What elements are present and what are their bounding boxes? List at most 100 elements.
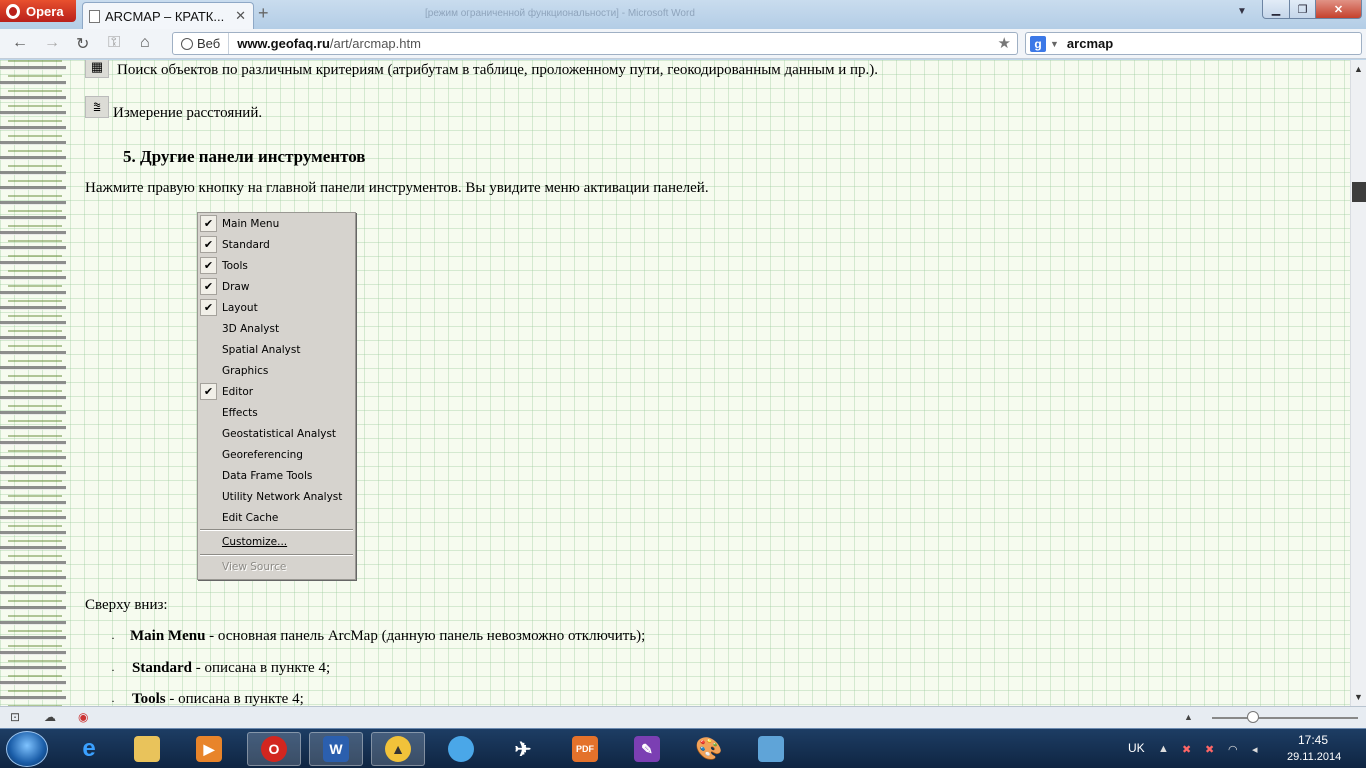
menu-item-label: Geostatistical Analyst [222, 427, 337, 440]
volume-icon[interactable]: ◂ [1252, 743, 1258, 756]
opera-icon: O [261, 736, 287, 762]
menu-item: Georeferencing [198, 444, 355, 465]
menu-item-label: Standard [222, 238, 270, 251]
bullet-text: Main Menu - основная панель ArcMap (данн… [130, 628, 645, 645]
tab-arcmap[interactable]: ARCMAP – КРАТК... ✕ [82, 2, 254, 29]
menu-item: Geostatistical Analyst [198, 423, 355, 444]
search-engine-dropdown-icon[interactable]: ▼ [1050, 39, 1059, 49]
back-icon[interactable]: ← [12, 34, 28, 52]
turbo-icon[interactable]: ◉ [78, 710, 88, 724]
taskbar-photo-viewer[interactable] [744, 732, 798, 766]
maximize-button[interactable]: ❐ [1289, 0, 1316, 19]
section-heading: 5. Другие панели инструментов [123, 147, 366, 166]
network-error-icon[interactable]: ✖ [1182, 743, 1191, 756]
photo-viewer-icon [758, 736, 784, 762]
language-indicator[interactable]: UK [1128, 741, 1145, 755]
menu-item-label: View Source [222, 560, 287, 573]
page-content: ▦ Поиск объектов по различным критериям … [0, 60, 1350, 706]
menu-item: 3D Analyst [198, 318, 355, 339]
bullet-rest: - описана в пункте 4; [165, 691, 304, 706]
menu-item-label: Layout [222, 301, 258, 314]
web-badge[interactable]: Веб [173, 33, 230, 54]
measure-tool-icon: ⩰ [85, 96, 109, 118]
new-tab-icon[interactable]: + [258, 3, 269, 24]
menu-item-label: Effects [222, 406, 258, 419]
bullet-bold: Main Menu [130, 628, 206, 644]
internet-explorer-icon: e [82, 735, 96, 762]
home-icon[interactable]: ⌂ [140, 34, 150, 52]
panel-toggle-icon[interactable]: ⊡ [10, 710, 20, 724]
menu-item-customize: Customize... [198, 531, 355, 552]
taskbar-globe-app[interactable] [434, 732, 488, 766]
menu-item-view-source: View Source [198, 556, 355, 577]
page-icon [89, 9, 100, 23]
tab-list-icon[interactable]: ▼ [1237, 6, 1247, 17]
taskbar-pdf[interactable]: PDF [558, 732, 612, 766]
google-icon[interactable]: g [1030, 35, 1046, 52]
start-button[interactable] [6, 731, 48, 767]
taskbar-ie[interactable]: e [62, 732, 116, 766]
background-window-title: [режим ограниченной функциональности] - … [425, 8, 695, 19]
opera-unite-cloud-icon[interactable]: ☁ [44, 710, 56, 724]
bullet-bold: Standard [132, 660, 193, 676]
zoom-slider-handle[interactable] [1247, 711, 1259, 723]
taskbar-arcmap[interactable]: ▲ [371, 732, 425, 766]
menu-item: ✔ Draw [198, 276, 355, 297]
browser-titlebar: Opera ARCMAP – КРАТК... ✕ + [режим огран… [0, 0, 1366, 29]
taskbar-explorer[interactable] [120, 732, 174, 766]
vertical-scrollbar[interactable]: ▲ ▼ [1350, 60, 1366, 706]
bullet-bold: Tools [132, 691, 166, 706]
view-toggle-icon[interactable]: ▲ [1184, 712, 1193, 722]
url-domain: www.geofaq.ru [237, 36, 330, 51]
taskbar-opera[interactable]: O [247, 732, 301, 766]
bullet-rest: - описана в пункте 4; [192, 660, 331, 676]
clock-date[interactable]: 29.11.2014 [1287, 751, 1341, 763]
taskbar-word[interactable]: W [309, 732, 363, 766]
notebook-spiral-decoration [8, 60, 62, 706]
taskbar-paint[interactable]: 🎨 [682, 732, 736, 766]
scroll-up-icon[interactable]: ▲ [1354, 64, 1363, 74]
close-window-button[interactable]: ✕ [1315, 0, 1362, 19]
web-badge-label: Веб [197, 36, 221, 51]
search-objects-text: Поиск объектов по различным критериям (а… [117, 62, 879, 78]
minimize-button[interactable]: ▁ [1262, 0, 1290, 19]
browser-statusbar: ⊡ ☁ ◉ ▲ [0, 706, 1366, 728]
scrollbar-thumb[interactable] [1352, 182, 1366, 202]
pdf-icon: PDF [572, 736, 598, 762]
taskbar-media-player[interactable]: ▶ [182, 732, 236, 766]
menu-item: ✔ Tools [198, 255, 355, 276]
wifi-icon[interactable]: ◠ [1228, 743, 1238, 756]
taskbar-telegram[interactable]: ✈ [496, 732, 550, 766]
taskbar-onenote[interactable]: ✎ [620, 732, 674, 766]
clock-time[interactable]: 17:45 [1298, 733, 1328, 747]
opera-menu-button[interactable]: Opera [0, 0, 76, 22]
reload-icon[interactable]: ↻ [76, 34, 89, 54]
menu-item-label: Draw [222, 280, 250, 293]
address-bar[interactable]: Веб www.geofaq.ru/art/arcmap.htm ★ [172, 32, 1018, 55]
menu-item: ✔ Main Menu [198, 213, 355, 234]
intro-text: Нажмите правую кнопку на главной панели … [85, 180, 709, 196]
windows-taskbar: e ▶ O W ▲ ✈ PDF ✎ 🎨 UK ▲ ✖ ✖ ◠ ◂ 17:45 2… [0, 728, 1366, 768]
forward-icon[interactable]: → [44, 34, 60, 52]
key-icon[interactable]: ⚿ [108, 34, 120, 52]
menu-item-label: Main Menu [222, 217, 280, 230]
menu-item-label: Graphics [222, 364, 269, 377]
paint-palette-icon: 🎨 [695, 736, 723, 761]
menu-item: Spatial Analyst [198, 339, 355, 360]
find-tool-icon: ▦ [85, 60, 109, 78]
close-tab-icon[interactable]: ✕ [235, 8, 246, 24]
bookmark-star-icon[interactable]: ★ [998, 34, 1011, 52]
toolbar-context-menu-image: ✔ Main Menu ✔ Standard ✔ Tools ✔ Draw ✔ Layou… [197, 212, 356, 580]
menu-item: Edit Cache [198, 507, 355, 528]
zoom-slider[interactable] [1212, 717, 1358, 719]
show-hidden-icons-icon[interactable]: ▲ [1158, 743, 1169, 755]
scroll-down-icon[interactable]: ▼ [1354, 692, 1363, 702]
arcmap-icon: ▲ [385, 736, 411, 762]
search-field[interactable]: g ▼ arcmap [1025, 32, 1362, 55]
opera-menu-label: Opera [26, 3, 64, 19]
menu-item-label: Data Frame Tools [222, 469, 313, 482]
antivirus-icon[interactable]: ✖ [1205, 743, 1214, 756]
tab-title: ARCMAP – КРАТК... [105, 8, 225, 24]
menu-item-label: Edit Cache [222, 511, 279, 524]
menu-item: Data Frame Tools [198, 465, 355, 486]
